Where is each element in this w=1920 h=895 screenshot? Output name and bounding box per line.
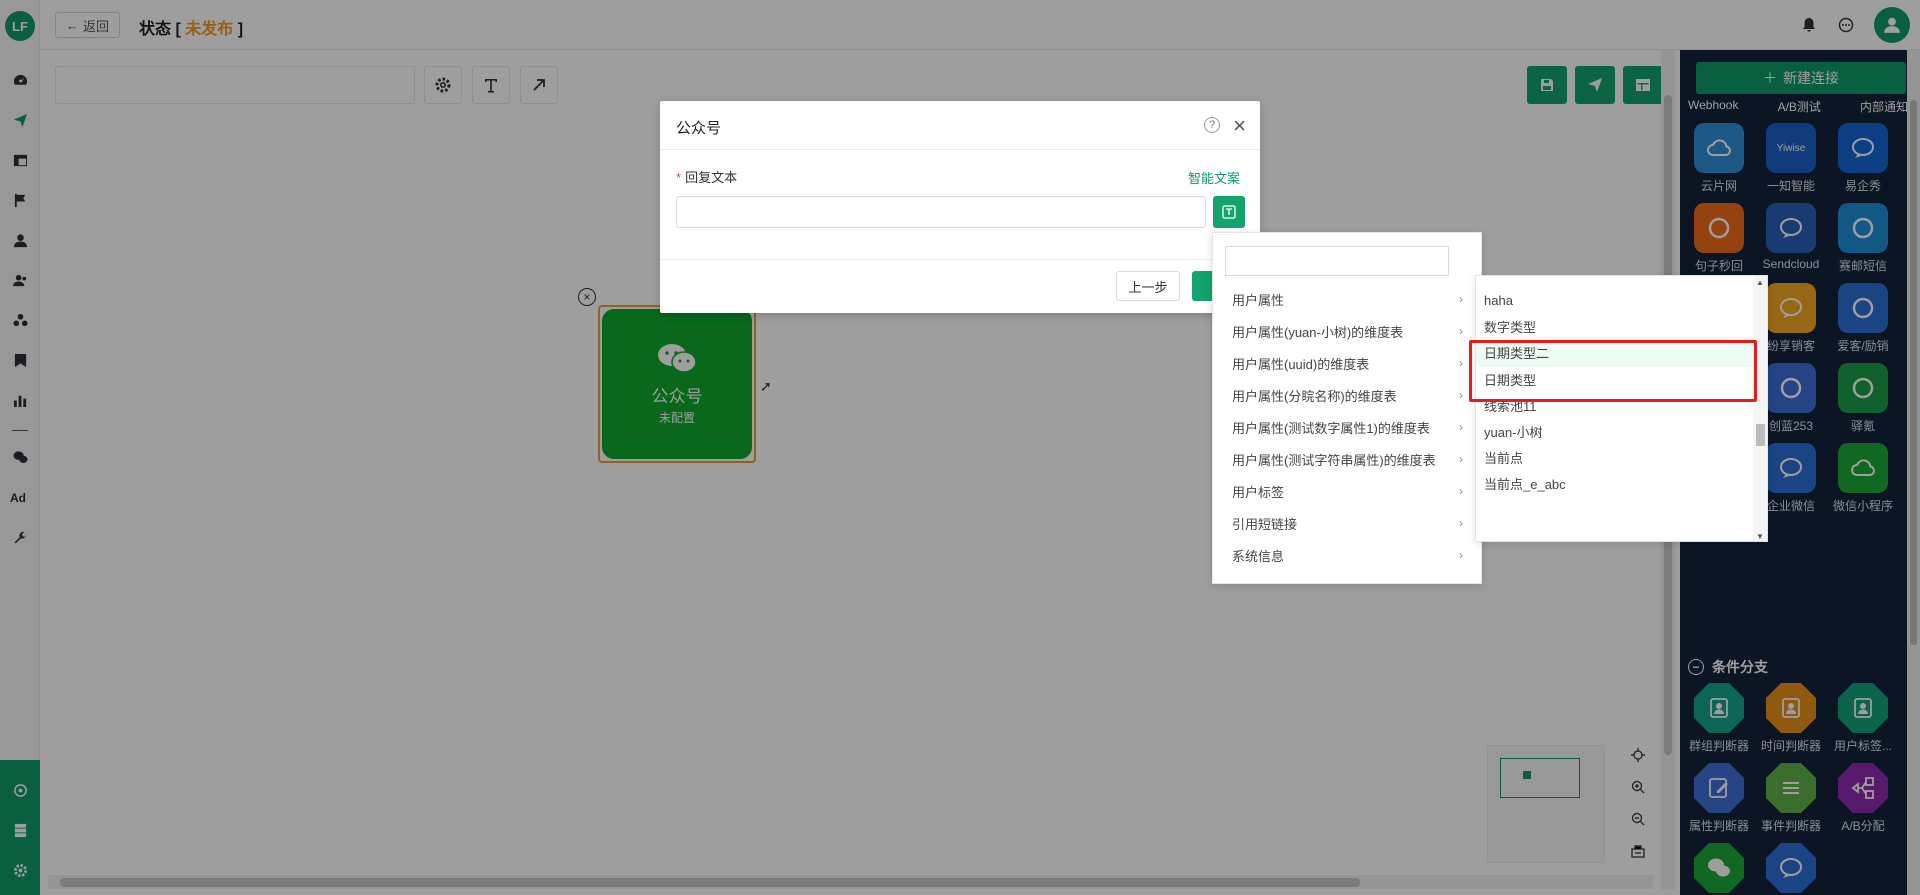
chevron-right-icon: › (1459, 356, 1463, 370)
scroll-up-icon[interactable]: ▲ (1756, 278, 1764, 287)
cascader-option[interactable]: 用户属性(uuid)的维度表 › (1213, 347, 1483, 379)
cascader-search-input[interactable] (1225, 246, 1449, 276)
chevron-right-icon: › (1459, 452, 1463, 466)
cascader-option-label: 用户属性(测试字符串属性)的维度表 (1232, 452, 1436, 468)
dialog-divider (660, 149, 1260, 150)
cascader-option-label: 用户属性(测试数字属性1)的维度表 (1232, 420, 1430, 436)
chevron-right-icon: › (1459, 548, 1463, 562)
smart-copy-link[interactable]: 智能文案 (1188, 168, 1240, 187)
wechat-reply-dialog: 公众号 ? × *回复文本 智能文案 上一步 确 (660, 101, 1260, 313)
variable-cascader: 用户属性 › 用户属性(yuan-小树)的维度表 › 用户属性(uuid)的维度表 › 用户… (1212, 232, 1482, 584)
cascader-level-1: 用户属性 › 用户属性(yuan-小树)的维度表 › 用户属性(uuid)的维度表 › 用户… (1213, 283, 1483, 571)
cascader-option[interactable]: 用户属性 › (1213, 283, 1483, 315)
previous-step-button[interactable]: 上一步 (1116, 271, 1180, 301)
cascader-option-label: 用户属性(分睆名称)的维度表 (1232, 388, 1397, 404)
cascader-option-label: 用户标签 (1232, 484, 1285, 500)
reply-text-label-text: 回复文本 (685, 170, 738, 185)
cascader-option[interactable]: 用户标签 › (1213, 475, 1483, 507)
cascader-option[interactable]: 用户属性(分睆名称)的维度表 › (1213, 379, 1483, 411)
dialog-footer-divider (660, 259, 1260, 260)
reply-text-input[interactable] (676, 196, 1206, 228)
cascader-level-2: ▲ ▼ haha 数字类型 日期类型二 日期类型 线索池11 yuan-小树 当前点 当前点_… (1475, 275, 1768, 542)
dialog-title: 公众号 (676, 120, 722, 137)
required-mark: * (676, 170, 682, 185)
sub-list-scroll-thumb[interactable] (1756, 424, 1765, 446)
cascader-option[interactable]: 引用短链接 › (1213, 507, 1483, 539)
chevron-right-icon: › (1459, 420, 1463, 434)
cascader-option-label: 用户属性(yuan-小树)的维度表 (1232, 324, 1404, 340)
cascader-option-label: 用户属性 (1232, 292, 1285, 308)
chevron-right-icon: › (1459, 292, 1463, 306)
cascader-option-label: 引用短链接 (1232, 516, 1298, 532)
chevron-right-icon: › (1459, 388, 1463, 402)
close-icon[interactable]: × (1233, 113, 1246, 139)
chevron-right-icon: › (1459, 484, 1463, 498)
help-icon[interactable]: ? (1204, 117, 1220, 133)
cascader-sub-option[interactable]: 当前点_e_abc (1484, 468, 1744, 498)
cascader-option[interactable]: 用户属性(测试字符串属性)的维度表 › (1213, 443, 1483, 475)
cascader-option[interactable]: 用户属性(测试数字属性1)的维度表 › (1213, 411, 1483, 443)
chevron-right-icon: › (1459, 516, 1463, 530)
scroll-down-icon[interactable]: ▼ (1756, 532, 1764, 541)
cascader-option[interactable]: 用户属性(yuan-小树)的维度表 › (1213, 315, 1483, 347)
chevron-right-icon: › (1459, 324, 1463, 338)
highlight-annotation (1469, 340, 1757, 402)
sub-list-scrollbar[interactable]: ▲ ▼ (1753, 276, 1767, 541)
variable-icon (1222, 205, 1236, 219)
cascader-option-label: 用户属性(uuid)的维度表 (1232, 356, 1370, 372)
cascader-option-label: 系统信息 (1232, 548, 1285, 564)
cascader-option[interactable]: 系统信息 › (1213, 539, 1483, 571)
reply-text-label: * 回复文本 (676, 167, 737, 186)
insert-variable-button[interactable] (1213, 196, 1245, 228)
